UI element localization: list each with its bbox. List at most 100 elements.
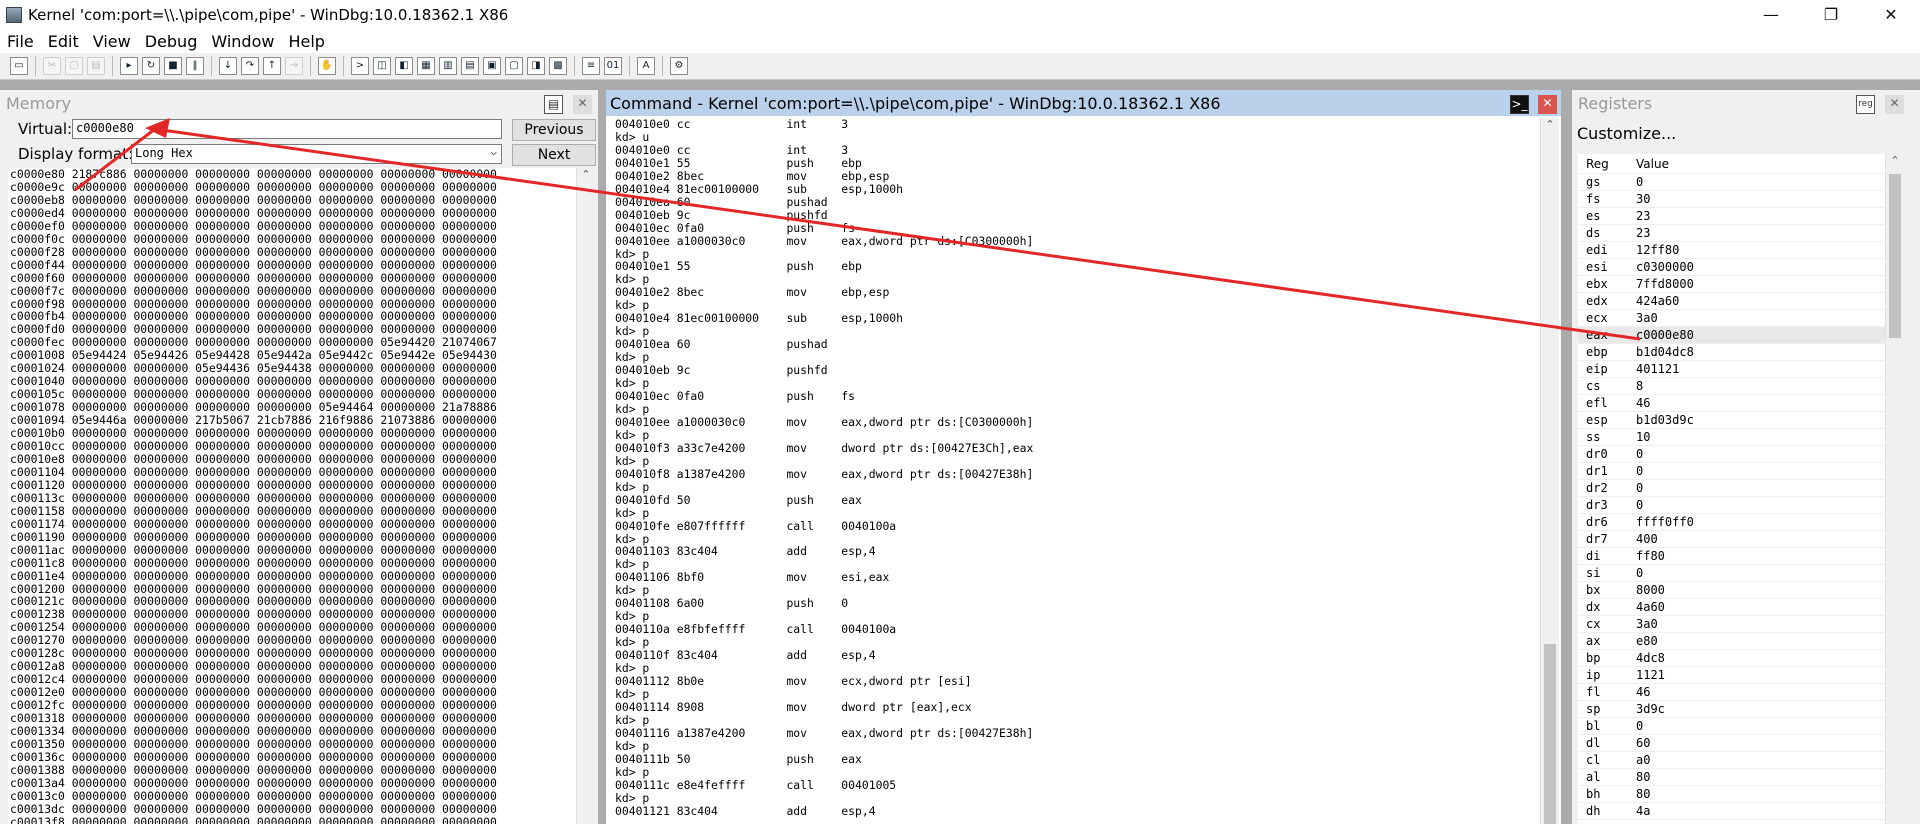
cut-icon[interactable]: ✂ xyxy=(43,57,61,75)
register-row-ebx[interactable]: ebx 7ffd8000 xyxy=(1578,276,1904,293)
register-value[interactable]: b1d03d9c xyxy=(1636,412,1904,428)
register-row-dx[interactable]: dx 4a60 xyxy=(1578,599,1904,616)
register-row-dh[interactable]: dh 4a xyxy=(1578,803,1904,820)
next-button[interactable]: Next xyxy=(512,144,596,166)
register-row-fs[interactable]: fs 30 xyxy=(1578,191,1904,208)
paste-icon[interactable]: ▤ xyxy=(87,57,105,75)
register-value[interactable]: 3a0 xyxy=(1636,616,1904,632)
register-row-bl[interactable]: bl 0 xyxy=(1578,718,1904,735)
register-row-eip[interactable]: eip 401121 xyxy=(1578,361,1904,378)
memory-window-icon[interactable]: ▥ xyxy=(439,57,457,75)
register-value[interactable]: 3d9c xyxy=(1636,701,1904,717)
register-value[interactable]: 0 xyxy=(1636,174,1904,190)
scroll-up-icon[interactable]: ⌃ xyxy=(1886,154,1904,167)
restart-icon[interactable]: ↻ xyxy=(142,57,160,75)
run-to-cursor-icon[interactable]: → xyxy=(285,57,303,75)
call-stack-window-icon[interactable]: ▤ xyxy=(461,57,479,75)
close-button[interactable]: ✕ xyxy=(1861,0,1920,29)
register-row-si[interactable]: si 0 xyxy=(1578,565,1904,582)
properties-icon[interactable]: ⚙ xyxy=(670,57,688,75)
register-row-efl[interactable]: efl 46 xyxy=(1578,395,1904,412)
registers-window-icon[interactable]: ▦ xyxy=(417,57,435,75)
col-value-header[interactable]: Value xyxy=(1636,154,1904,173)
registers-scroll-thumb[interactable] xyxy=(1889,174,1901,338)
register-value[interactable]: 7ffd8000 xyxy=(1636,276,1904,292)
register-row-bh[interactable]: bh 80 xyxy=(1578,786,1904,803)
command-scroll-thumb[interactable] xyxy=(1544,644,1556,824)
register-row-gs[interactable]: gs 0 xyxy=(1578,174,1904,191)
display-format-select[interactable]: Long Hex ⌵ xyxy=(131,144,502,164)
register-value[interactable]: 4a xyxy=(1636,803,1904,819)
menu-view[interactable]: View xyxy=(86,32,138,51)
register-value[interactable]: 0 xyxy=(1636,446,1904,462)
register-value[interactable]: c0000e80 xyxy=(1636,327,1904,343)
font-icon[interactable]: A xyxy=(637,57,655,75)
memory-scrollbar[interactable]: ⌃ xyxy=(576,168,595,824)
register-value[interactable]: 8000 xyxy=(1636,582,1904,598)
step-over-icon[interactable]: ↷ xyxy=(241,57,259,75)
register-value[interactable]: 0 xyxy=(1636,565,1904,581)
command-prompt-icon[interactable]: >_ xyxy=(1510,95,1529,114)
register-value[interactable]: 30 xyxy=(1636,191,1904,207)
register-value[interactable]: 400 xyxy=(1636,531,1904,547)
register-row-edi[interactable]: edi 12ff80 xyxy=(1578,242,1904,259)
register-value[interactable]: c0300000 xyxy=(1636,259,1904,275)
register-value[interactable]: 424a60 xyxy=(1636,293,1904,309)
previous-button[interactable]: Previous xyxy=(512,119,596,141)
processes-threads-icon[interactable]: ◨ xyxy=(527,57,545,75)
menu-file[interactable]: File xyxy=(0,32,41,51)
maximize-button[interactable]: ❐ xyxy=(1801,0,1861,29)
register-row-edx[interactable]: edx 424a60 xyxy=(1578,293,1904,310)
register-value[interactable]: ffff0ff0 xyxy=(1636,514,1904,530)
command-output[interactable]: 004010e0 cc int 3 kd> u 004010e0 cc int 30… xyxy=(615,118,1540,824)
options-icon[interactable]: ▩ xyxy=(549,57,567,75)
minimize-button[interactable]: — xyxy=(1741,0,1801,29)
register-row-ebp[interactable]: ebp b1d04dc8 xyxy=(1578,344,1904,361)
step-out-icon[interactable]: ↑ xyxy=(263,57,281,75)
register-value[interactable]: 80 xyxy=(1636,769,1904,785)
customize-button[interactable]: Customize... xyxy=(1577,124,1676,143)
memory-options-icon[interactable]: ▤ xyxy=(544,95,563,114)
register-value[interactable]: 1121 xyxy=(1636,667,1904,683)
register-row-dr6[interactable]: dr6 ffff0ff0 xyxy=(1578,514,1904,531)
register-row-esp[interactable]: esp b1d03d9c xyxy=(1578,412,1904,429)
scroll-up-icon[interactable]: ⌃ xyxy=(1541,118,1559,131)
register-row-dr3[interactable]: dr3 0 xyxy=(1578,497,1904,514)
stop-debugging-icon[interactable]: ■ xyxy=(164,57,182,75)
register-value[interactable]: 0 xyxy=(1636,463,1904,479)
register-row-bx[interactable]: bx 8000 xyxy=(1578,582,1904,599)
register-value[interactable]: 4a60 xyxy=(1636,599,1904,615)
disassembly-window-icon[interactable]: ▣ xyxy=(483,57,501,75)
watch-window-icon[interactable]: ◫ xyxy=(373,57,391,75)
register-value[interactable]: 4dc8 xyxy=(1636,650,1904,666)
register-value[interactable]: 8 xyxy=(1636,378,1904,394)
open-icon[interactable]: ▭ xyxy=(10,57,28,75)
register-row-cl[interactable]: cl a0 xyxy=(1578,752,1904,769)
memory-dump[interactable]: c0000e80 2187c886 00000000 00000000 0000… xyxy=(8,168,576,824)
registers-options-icon[interactable]: reg xyxy=(1856,95,1875,114)
register-row-di[interactable]: di ff80 xyxy=(1578,548,1904,565)
command-close-icon[interactable]: ✕ xyxy=(1538,95,1557,114)
register-row-al[interactable]: al 80 xyxy=(1578,769,1904,786)
menu-help[interactable]: Help xyxy=(281,32,331,51)
register-value[interactable]: ff80 xyxy=(1636,548,1904,564)
register-row-dl[interactable]: dl 60 xyxy=(1578,735,1904,752)
register-value[interactable]: 401121 xyxy=(1636,361,1904,377)
register-row-esi[interactable]: esi c0300000 xyxy=(1578,259,1904,276)
copy-icon[interactable]: ▢ xyxy=(65,57,83,75)
menu-edit[interactable]: Edit xyxy=(41,32,86,51)
go-icon[interactable]: ▸ xyxy=(120,57,138,75)
register-row-es[interactable]: es 23 xyxy=(1578,208,1904,225)
hex-display-icon[interactable]: 01 xyxy=(604,57,622,75)
register-row-ss[interactable]: ss 10 xyxy=(1578,429,1904,446)
register-row-cs[interactable]: cs 8 xyxy=(1578,378,1904,395)
register-row-ax[interactable]: ax e80 xyxy=(1578,633,1904,650)
command-scrollbar[interactable]: ⌃ xyxy=(1540,118,1559,824)
register-value[interactable]: 10 xyxy=(1636,429,1904,445)
register-row-sp[interactable]: sp 3d9c xyxy=(1578,701,1904,718)
register-value[interactable]: 60 xyxy=(1636,735,1904,751)
break-icon[interactable]: ‖ xyxy=(186,57,204,75)
scroll-up-icon[interactable]: ⌃ xyxy=(577,168,595,181)
register-value[interactable]: b1d04dc8 xyxy=(1636,344,1904,360)
register-row-ip[interactable]: ip 1121 xyxy=(1578,667,1904,684)
